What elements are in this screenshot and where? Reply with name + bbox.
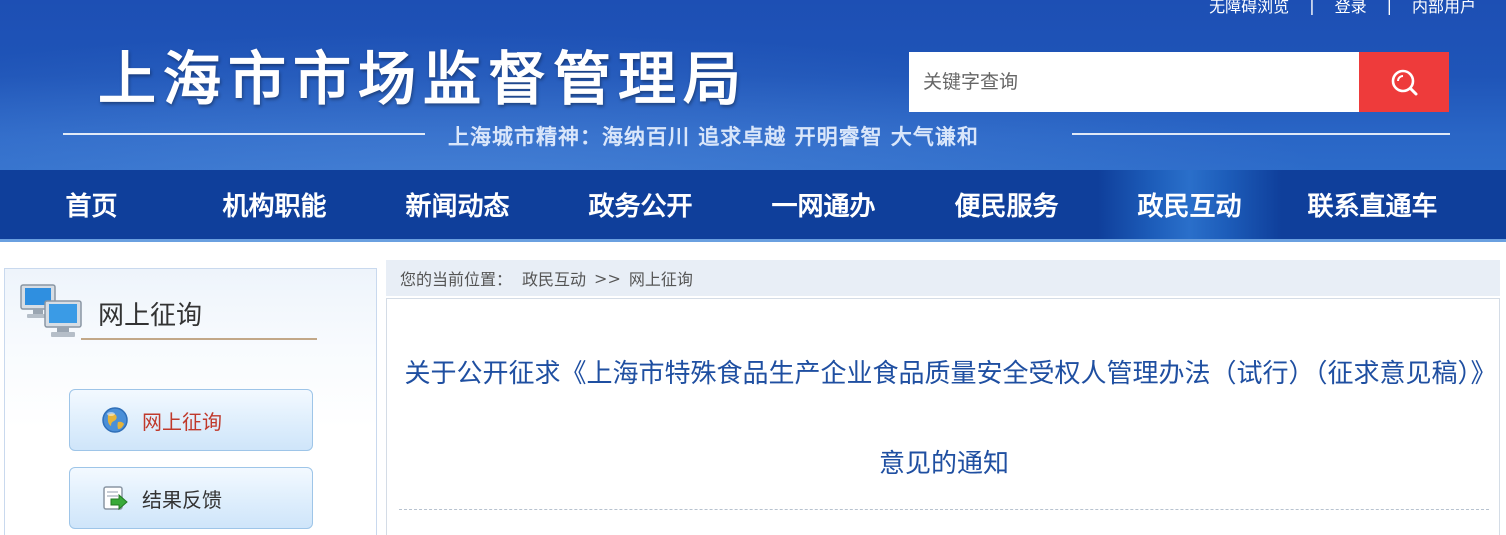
sidebar-button-consultation[interactable]: 网上征询 [69,389,313,451]
nav-item-services[interactable]: 便民服务 [915,170,1098,239]
accessibility-link[interactable]: 无障碍浏览 [1209,0,1289,17]
separator: | [1386,0,1392,15]
globe-icon [102,407,128,433]
internal-user-link[interactable]: 内部用户 [1412,0,1476,17]
nav-item-functions[interactable]: 机构职能 [183,170,366,239]
nav-item-contact[interactable]: 联系直通车 [1281,170,1464,239]
nav-item-news[interactable]: 新闻动态 [366,170,549,239]
breadcrumb-item-consultation[interactable]: 网上征询 [629,266,693,290]
slogan-divider-left [63,133,425,135]
sidebar-title-underline [81,338,317,340]
arrow-right-icon [103,486,128,511]
nav-item-gov-affairs[interactable]: 政务公开 [549,170,732,239]
title-divider [399,509,1489,510]
city-slogan: 上海城市精神：海纳百川 追求卓越 开明睿智 大气谦和 [448,125,979,149]
sidebar-button-label: 网上征询 [142,409,222,434]
site-title[interactable]: 上海市市场监督管理局 [98,32,748,116]
breadcrumb: 您的当前位置： 政民互动 >> 网上征询 [386,260,1500,296]
site-header: 无障碍浏览 | 登录 | 内部用户 上海市市场监督管理局 上海城市精神：海纳百川… [0,0,1506,170]
nav-item-one-stop[interactable]: 一网通办 [732,170,915,239]
sidebar: 网上征询 网上征询 结果反馈 [4,268,377,535]
breadcrumb-item-interaction[interactable]: 政民互动 [522,266,586,290]
search-button[interactable] [1359,52,1449,112]
breadcrumb-separator: >> [594,268,621,288]
sidebar-header: 网上征询 [19,283,319,349]
breadcrumb-prefix: 您的当前位置： [400,270,513,289]
main-nav: 首页 机构职能 新闻动态 政务公开 一网通办 便民服务 政民互动 联系直通车 [0,170,1506,242]
slogan-divider-right [1072,133,1450,135]
computers-icon [20,284,82,337]
top-links: 无障碍浏览 | 登录 | 内部用户 [1209,0,1476,16]
search-box [909,52,1449,112]
sidebar-title: 网上征询 [98,301,203,331]
sidebar-button-feedback[interactable]: 结果反馈 [69,467,313,529]
search-icon [1391,69,1418,96]
login-link[interactable]: 登录 [1335,0,1367,17]
nav-item-interaction[interactable]: 政民互动 [1098,170,1281,239]
search-input[interactable] [909,52,1359,112]
article-title: 关于公开征求《上海市特殊食品生产企业食品质量安全受权人管理办法（试行）（征求意见… [404,359,1484,479]
separator: | [1309,0,1315,15]
nav-item-home[interactable]: 首页 [0,170,183,239]
sidebar-button-label: 结果反馈 [142,487,222,512]
main-content: 关于公开征求《上海市特殊食品生产企业食品质量安全受权人管理办法（试行）（征求意见… [386,298,1500,535]
